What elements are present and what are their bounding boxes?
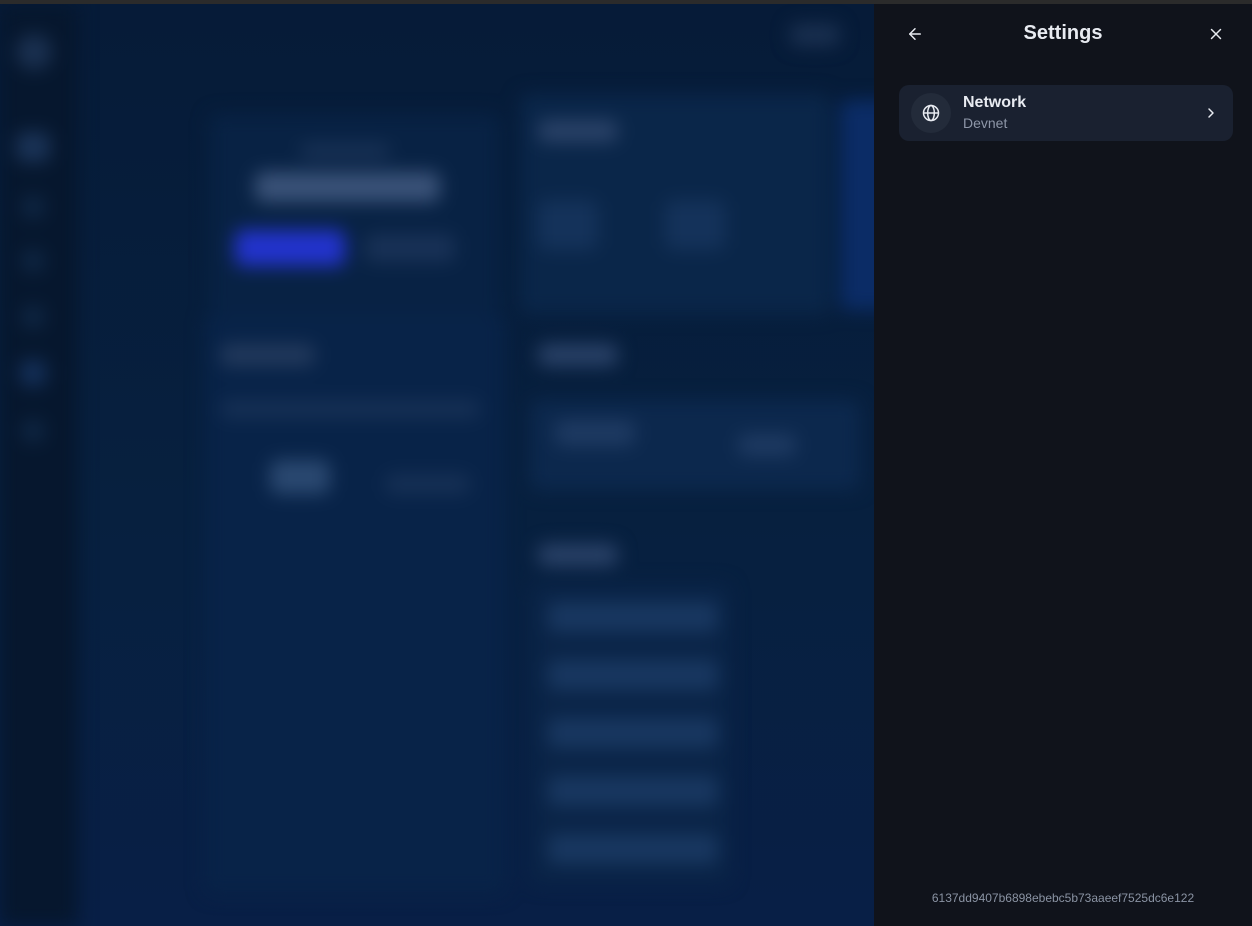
settings-header: Settings (874, 4, 1252, 66)
blur-tile (665, 200, 725, 250)
blur-balance-small (300, 144, 390, 158)
blur-activity-row (548, 718, 718, 748)
blurred-background-app (0, 4, 874, 926)
blur-balance-amount (255, 172, 440, 202)
blur-tile (538, 200, 598, 250)
blur-heading (538, 120, 618, 142)
blur-heading (220, 344, 315, 366)
blur-heading (538, 544, 618, 566)
page-title: Settings (1023, 22, 1103, 44)
blur-top-chip (790, 24, 840, 46)
settings-panel: Settings Network Devnet 6137dd9407b6898e… (874, 4, 1252, 926)
blur-rail-icon (22, 420, 44, 442)
close-button[interactable] (1200, 18, 1232, 50)
blur-text-line (220, 400, 480, 418)
blur-rail-icon (20, 360, 46, 386)
blur-primary-button (235, 230, 345, 266)
blur-accent-card (840, 100, 874, 310)
blur-heading (538, 344, 618, 366)
close-icon (1210, 28, 1222, 40)
blur-rail-icon (16, 132, 50, 162)
blur-activity-row (548, 776, 718, 806)
blur-logo (16, 34, 52, 70)
chevron-right-icon (1201, 103, 1221, 123)
blur-activity-row (548, 834, 718, 864)
blur-rail-icon (22, 196, 44, 218)
blur-rail-icon (22, 306, 44, 328)
blur-secondary-button (365, 234, 455, 262)
network-label: Network (963, 94, 1027, 111)
globe-icon-container (911, 93, 951, 133)
blur-list-text (738, 434, 796, 456)
blur-activity-row (548, 602, 718, 632)
blurred-content (0, 4, 874, 926)
blur-tab (385, 474, 470, 494)
blur-tab (270, 460, 330, 494)
network-value: Devnet (963, 115, 1008, 131)
build-hash: 6137dd9407b6898ebebc5b73aaeef7525dc6e122 (931, 891, 1195, 905)
globe-icon (922, 104, 940, 122)
blur-activity-row (548, 660, 718, 690)
blur-rail-icon (22, 250, 44, 272)
blur-list-text (555, 420, 635, 446)
network-setting-item[interactable]: Network Devnet (899, 85, 1233, 141)
